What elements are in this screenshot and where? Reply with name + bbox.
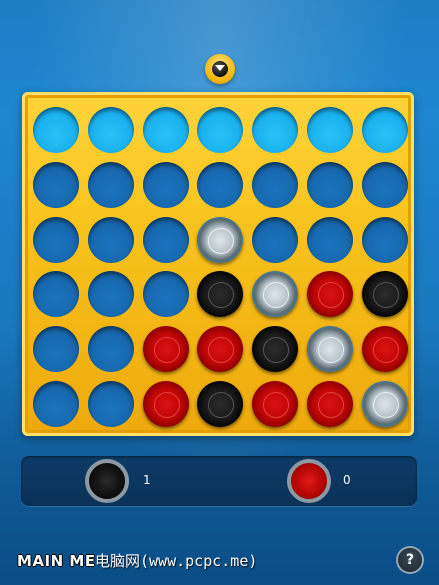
board-black-chip-r6-c4[interactable] — [197, 381, 244, 427]
board-slot-r3-c5[interactable] — [252, 216, 299, 263]
board-red-chip-r6-c6[interactable] — [307, 381, 353, 427]
board-slot-r5-c2[interactable] — [87, 326, 134, 373]
board-slot-r3-c1[interactable] — [33, 216, 79, 263]
player2-score: 0 — [343, 473, 351, 487]
board-slot-r4-c2[interactable] — [87, 271, 134, 318]
board-slot-r4-c3[interactable] — [142, 271, 189, 318]
watermark-text: 电脑网(www.pcpc.me) — [95, 552, 258, 570]
board-slot-r3-c6[interactable] — [307, 216, 353, 263]
game-board[interactable] — [22, 92, 414, 436]
board-slot-r5-c1[interactable] — [33, 326, 79, 373]
board-slot-r2-c3[interactable] — [142, 161, 189, 208]
board-slot-r2-c5[interactable] — [252, 161, 299, 208]
board-winning-chip-r5-c6[interactable] — [307, 326, 353, 373]
board-slot-r2-c7[interactable] — [361, 161, 408, 208]
board-slot-r2-c6[interactable] — [307, 161, 353, 208]
board-red-chip-r5-c4[interactable] — [197, 326, 244, 373]
board-slot-r6-c1[interactable] — [33, 381, 79, 427]
board-red-chip-r6-c5[interactable] — [252, 381, 299, 427]
player2-chip — [287, 459, 331, 503]
board-slot-r3-c3[interactable] — [142, 216, 189, 263]
board-winning-chip-r6-c7[interactable] — [361, 381, 408, 427]
board-winning-chip-r3-c4[interactable] — [197, 216, 244, 263]
board-slot-r4-c1[interactable] — [33, 271, 79, 318]
board-black-chip-r4-c7[interactable] — [361, 271, 408, 318]
chevron-down-icon — [215, 65, 225, 71]
board-slot-r1-c7[interactable] — [361, 107, 408, 153]
board-slot-r2-c1[interactable] — [33, 161, 79, 208]
board-red-chip-r6-c3[interactable] — [142, 381, 189, 427]
board-slot-r2-c4[interactable] — [197, 161, 244, 208]
score-bar: 1 0 — [21, 456, 417, 506]
main-menu-button[interactable]: MAIN ME — [17, 550, 96, 572]
board-winning-chip-r4-c5[interactable] — [252, 271, 299, 318]
question-icon[interactable]: ? — [398, 548, 422, 572]
board-slot-r1-c6[interactable] — [307, 107, 353, 153]
board-slot-r1-c1[interactable] — [33, 107, 79, 153]
board-slot-r1-c5[interactable] — [252, 107, 299, 153]
board-slot-r1-c4[interactable] — [197, 107, 244, 153]
board-slot-r3-c7[interactable] — [361, 216, 408, 263]
board-black-chip-r4-c4[interactable] — [197, 271, 244, 318]
board-red-chip-r5-c3[interactable] — [142, 326, 189, 373]
board-slot-r1-c3[interactable] — [142, 107, 189, 153]
player1-chip — [85, 459, 129, 503]
drop-indicator[interactable] — [205, 54, 235, 84]
board-red-chip-r5-c7[interactable] — [361, 326, 408, 373]
board-slot-r3-c2[interactable] — [87, 216, 134, 263]
board-slot-r1-c2[interactable] — [87, 107, 134, 153]
player1-score: 1 — [143, 473, 151, 487]
board-red-chip-r4-c6[interactable] — [307, 271, 353, 318]
board-slot-r2-c2[interactable] — [87, 161, 134, 208]
board-slot-r6-c2[interactable] — [87, 381, 134, 427]
board-black-chip-r5-c5[interactable] — [252, 326, 299, 373]
